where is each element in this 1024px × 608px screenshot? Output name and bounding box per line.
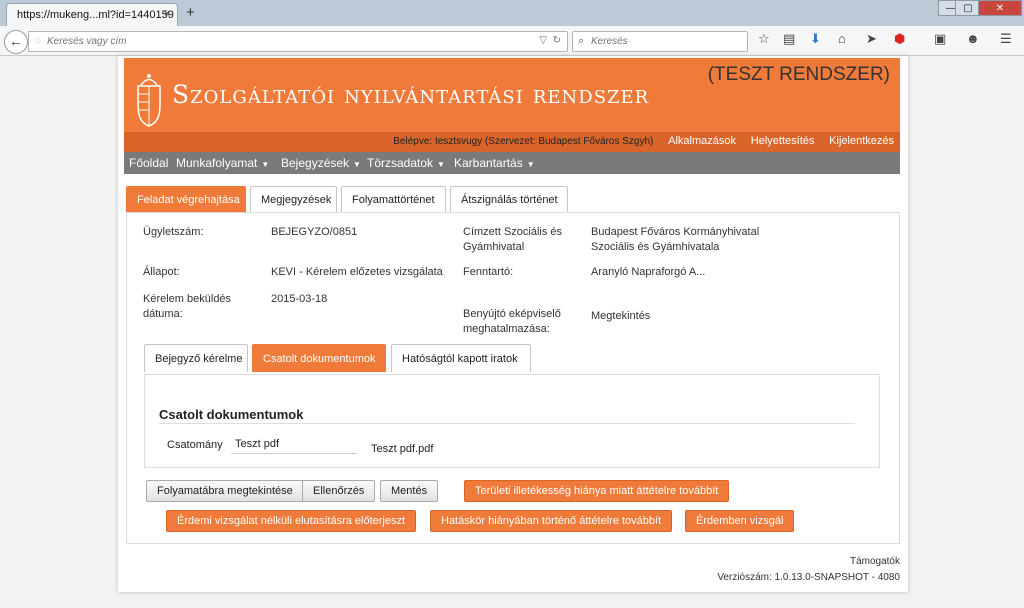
- home-icon[interactable]: ⌂: [838, 31, 846, 46]
- cimzett-label-line-1: Címzett Szociális és: [463, 226, 563, 238]
- reader-icon[interactable]: ▤: [783, 31, 795, 47]
- menu-label: Munkafolyamat: [176, 156, 258, 170]
- browser-tab-title: https://mukeng...ml?id=1440159: [17, 9, 174, 21]
- attachments-panel: Csatolt dokumentumok Csatomány Teszt pdf…: [144, 374, 880, 468]
- menu-item-munkafolyamat[interactable]: Munkafolyamat ▼: [176, 156, 269, 170]
- link-helyettesites[interactable]: Helyettesítés: [751, 135, 815, 147]
- tab-label: Megjegyzések: [261, 194, 332, 206]
- browser-tab[interactable]: https://mukeng...ml?id=1440159 ×: [6, 3, 178, 26]
- ugyletszam-label: Ügyletszám:: [143, 226, 204, 238]
- caret-down-icon: ▼: [353, 160, 361, 169]
- cimzett-value: Budapest Főváros Kormányhivatal Szociáli…: [591, 225, 759, 255]
- back-arrow-icon[interactable]: ←: [4, 30, 28, 54]
- tab-close-icon[interactable]: ×: [164, 8, 170, 20]
- url-bar[interactable]: ◌ ▽ ↻: [28, 31, 568, 52]
- tab-atszignalas-tortenet[interactable]: Átszignálás történet: [450, 186, 568, 212]
- app-page: Szolgáltatói nyilvántartási rendszer (TE…: [118, 56, 908, 592]
- caret-down-icon: ▼: [526, 160, 535, 169]
- tab-label: Feladat végrehajtása: [137, 194, 240, 206]
- subtab-label: Csatolt dokumentumok: [263, 353, 376, 365]
- test-system-label: (TESZT RENDSZER): [707, 64, 890, 85]
- coat-of-arms-icon: [137, 74, 161, 127]
- cimzett-value-line-2: Szociális és Gyámhivatala: [591, 241, 720, 253]
- menu-item-fooldal[interactable]: Főoldal: [129, 156, 168, 170]
- main-menu: Főoldal Munkafolyamat ▼ Bejegyzések ▼ Törz…: [124, 152, 900, 174]
- cimzett-value-line-1: Budapest Főváros Kormányhivatal: [591, 226, 760, 238]
- logged-in-info: Belépve: tesztsvugy (Szervezet: Budapest…: [393, 136, 654, 147]
- version-text: Verziószám: 1.0.13.0-SNAPSHOT - 4080: [717, 572, 900, 583]
- screenshot-icon[interactable]: ▣: [934, 31, 946, 47]
- bekuldes-label-line-1: Kérelem beküldés: [143, 293, 232, 305]
- benyujto-label: Benyújtó eképviselő meghatalmazása:: [463, 307, 561, 337]
- subtab-hatosagtol-kapott-iratok[interactable]: Hatóságtól kapott iratok: [391, 344, 531, 372]
- bekuldes-label-line-2: dátuma:: [143, 308, 183, 320]
- adblock-icon[interactable]: ⬢: [894, 31, 905, 47]
- allapot-value: KEVI - Kérelem előzetes vizsgálata: [271, 266, 443, 278]
- mentes-button[interactable]: Mentés: [380, 480, 439, 502]
- attachment-label: Csatomány: [167, 439, 223, 451]
- erdemben-vizsgal-button[interactable]: Érdemben vizsgál: [685, 510, 795, 532]
- fenntarto-value: Aranyló Napraforgó A...: [591, 266, 706, 278]
- subtab-bejegyzo-kerelme[interactable]: Bejegyző kérelme: [144, 344, 248, 372]
- attachment-file-link[interactable]: Teszt pdf.pdf: [371, 443, 433, 455]
- menu-item-torzsadatok[interactable]: Törzsadatok ▼: [367, 156, 445, 170]
- benyujto-label-line-1: Benyújtó eképviselő: [463, 308, 561, 320]
- send-icon[interactable]: ➤: [866, 31, 877, 47]
- menu-item-bejegyzesek[interactable]: Bejegyzések ▼: [281, 156, 361, 170]
- browser-tab-bar: https://mukeng...ml?id=1440159 × + — ▢ ✕: [0, 0, 1024, 26]
- cimzett-label: Címzett Szociális és Gyámhivatal: [463, 225, 562, 255]
- tab-megjegyzesek[interactable]: Megjegyzések: [250, 186, 337, 212]
- close-window-button[interactable]: ✕: [978, 0, 1022, 16]
- menu-label: Törzsadatok: [367, 156, 434, 170]
- link-alkalmazasok[interactable]: Alkalmazások: [668, 135, 736, 147]
- hataskor-hianya-button[interactable]: Hatáskör hiányában történő áttételre tov…: [430, 510, 673, 532]
- ugyletszam-value: BEJEGYZO/0851: [271, 226, 358, 238]
- user-bar: Belépve: tesztsvugy (Szervezet: Budapest…: [124, 132, 900, 152]
- search-bar[interactable]: ⌕: [572, 31, 748, 52]
- divider: [159, 423, 855, 424]
- menu-label: Főoldal: [129, 156, 169, 170]
- caret-down-icon: ▼: [437, 160, 445, 169]
- erdemi-vizsgalat-nelkuli-button[interactable]: Érdemi vizsgálat nélküli elutasításra el…: [166, 510, 417, 532]
- caret-down-icon: ▼: [261, 160, 270, 169]
- fenntarto-label: Fenntartó:: [463, 266, 514, 278]
- attachment-input[interactable]: [231, 435, 357, 454]
- teruleti-illetekesseg-button[interactable]: Területi illetékesség hiánya miatt áttét…: [464, 480, 730, 502]
- menu-label: Karbantartás: [454, 156, 523, 170]
- bekuldes-value: 2015-03-18: [271, 293, 328, 305]
- supporters-link[interactable]: Támogatók: [850, 556, 900, 567]
- tab-label: Átszignálás történet: [461, 194, 558, 206]
- subtab-csatolt-dokumentumok[interactable]: Csatolt dokumentumok: [252, 344, 386, 372]
- system-title: Szolgáltatói nyilvántartási rendszer: [172, 80, 650, 109]
- star-icon[interactable]: ☆: [758, 31, 770, 47]
- header-banner: Szolgáltatói nyilvántartási rendszer (TE…: [124, 58, 900, 152]
- cimzett-label-line-2: Gyámhivatal: [463, 241, 525, 253]
- chat-icon[interactable]: ☻: [966, 31, 980, 46]
- subtab-label: Bejegyző kérelme: [155, 353, 243, 365]
- tab-folyamattortenet[interactable]: Folyamattörténet: [341, 186, 446, 212]
- allapot-label: Állapot:: [143, 266, 180, 278]
- link-kijelentkezes[interactable]: Kijelentkezés: [829, 135, 894, 147]
- search-icon: ⌕: [578, 35, 585, 47]
- benyujto-value[interactable]: Megtekintés: [591, 309, 650, 324]
- tab-feladat-vegrehajtasa[interactable]: Feladat végrehajtása: [126, 186, 246, 212]
- benyujto-label-line-2: meghatalmazása:: [463, 323, 550, 335]
- new-tab-button[interactable]: +: [186, 4, 195, 21]
- attachments-title: Csatolt dokumentumok: [159, 407, 304, 422]
- hamburger-menu-icon[interactable]: ☰: [1000, 31, 1012, 47]
- subtab-label: Hatóságtól kapott iratok: [402, 353, 518, 365]
- menu-label: Bejegyzések: [281, 156, 350, 170]
- url-input[interactable]: [47, 36, 487, 47]
- menu-item-karbantartas[interactable]: Karbantartás ▼: [454, 156, 535, 170]
- bekuldes-label: Kérelem beküldés dátuma:: [143, 292, 231, 322]
- ellenorzes-button[interactable]: Ellenőrzés: [302, 480, 376, 502]
- globe-icon: ◌: [35, 35, 41, 46]
- search-input[interactable]: [591, 36, 731, 47]
- tab-label: Folyamattörténet: [352, 194, 435, 206]
- folyamatabra-button[interactable]: Folyamatábra megtekintése: [146, 480, 304, 502]
- reload-icon[interactable]: ▽ ↻: [539, 35, 561, 46]
- download-icon[interactable]: ⬇: [810, 31, 821, 47]
